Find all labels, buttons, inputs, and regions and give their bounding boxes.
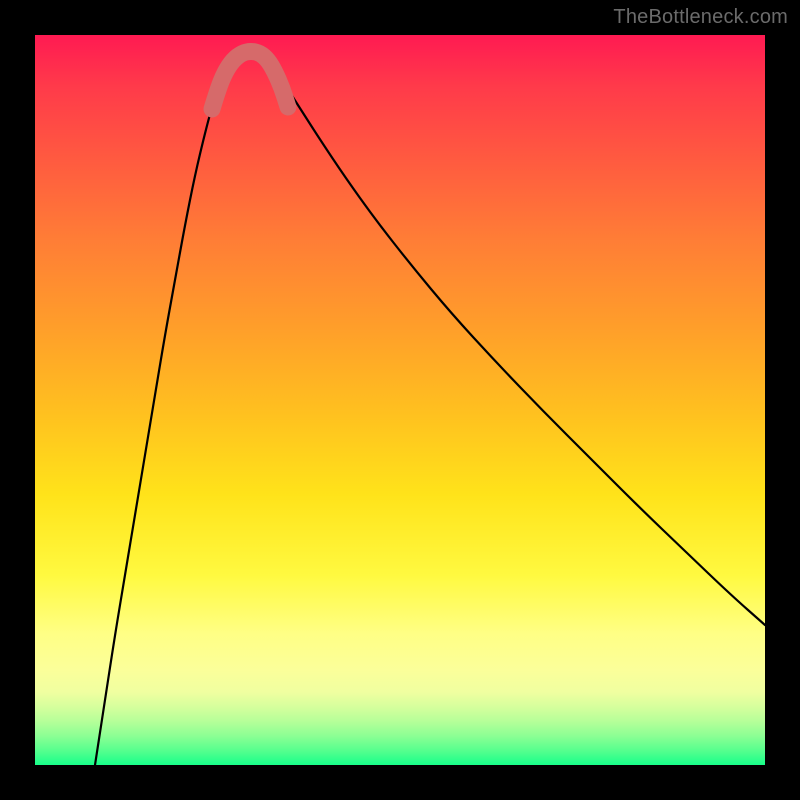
curve-right-branch — [265, 55, 765, 625]
watermark-text: TheBottleneck.com — [613, 6, 788, 29]
plot-area — [35, 35, 765, 765]
curve-layer — [35, 35, 765, 765]
outer-frame: TheBottleneck.com — [0, 0, 800, 800]
curve-mouth-overlay — [212, 52, 288, 110]
curve-left-branch — [95, 55, 237, 765]
